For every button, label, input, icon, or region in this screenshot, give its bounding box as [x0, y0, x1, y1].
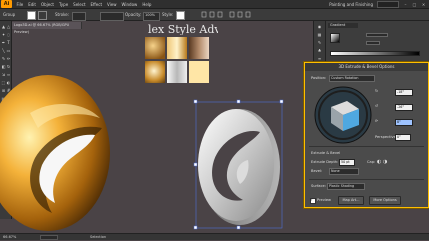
- gradient-panel: Gradient: [325, 21, 429, 66]
- stroke-weight-dropdown[interactable]: [72, 12, 86, 21]
- fill-swatch[interactable]: [27, 11, 36, 20]
- silver-3d-logo[interactable]: [188, 92, 288, 232]
- perspective-label: Perspective:: [375, 135, 398, 139]
- gradient-type-dropdown[interactable]: [366, 33, 388, 37]
- status-bar: 66.67% Selection: [0, 233, 429, 240]
- map-art-button[interactable]: Map Art...: [338, 196, 364, 205]
- maximize-icon[interactable]: □: [412, 2, 417, 7]
- menu-help[interactable]: Help: [140, 2, 154, 7]
- gold-3d-logo[interactable]: [0, 73, 125, 233]
- direct-selection-tool-icon[interactable]: △: [6, 24, 11, 29]
- align-icon[interactable]: [200, 11, 260, 18]
- artboard-navigator[interactable]: [40, 235, 58, 240]
- lasso-tool-icon[interactable]: ◌: [6, 32, 11, 37]
- selection-type-label: Group: [3, 12, 16, 17]
- position-dropdown[interactable]: Custom Rotation: [329, 75, 375, 82]
- section-divider: [309, 146, 424, 147]
- app-logo: Ai: [1, 0, 12, 8]
- checkmark-icon: ✓: [310, 197, 314, 202]
- gradient-swatch-gold-linear[interactable]: [167, 37, 187, 59]
- cap-on-icon[interactable]: ◐: [377, 159, 381, 165]
- section-divider-2: [309, 179, 424, 180]
- dock-icon-column: ◉ ▦ ✎ ♣ ≡: [313, 21, 325, 66]
- menu-object[interactable]: Object: [38, 2, 56, 7]
- style-swatch[interactable]: [176, 11, 185, 20]
- type-tool-icon[interactable]: T: [6, 40, 11, 45]
- menu-type[interactable]: Type: [56, 2, 70, 7]
- y-rotation-icon: ↺: [375, 104, 379, 108]
- cap-off-icon[interactable]: ◑: [383, 159, 387, 165]
- cap-label: Cap:: [367, 160, 376, 164]
- more-options-button[interactable]: More Options: [369, 196, 401, 205]
- symbols-panel-icon[interactable]: ♣: [317, 48, 322, 53]
- swatches-panel-icon[interactable]: ▦: [317, 32, 322, 37]
- surface-dropdown[interactable]: Plastic Shading: [327, 183, 365, 190]
- stroke-swatch[interactable]: [38, 11, 47, 20]
- gradient-swatch-bronze[interactable]: [189, 37, 209, 59]
- menu-effect[interactable]: Effect: [88, 2, 105, 7]
- search-input[interactable]: [377, 0, 399, 8]
- menu-window[interactable]: Window: [119, 2, 140, 7]
- gradient-swatch-silver[interactable]: [167, 61, 187, 83]
- gradient-swatch-orange-glow[interactable]: [145, 61, 165, 83]
- menu-right-area: Painting and Finishing – □ ✕: [329, 0, 429, 8]
- dialog-title: 3D Extrude & Bevel Options: [305, 63, 428, 71]
- opacity-input[interactable]: 100%: [143, 12, 160, 21]
- menu-select[interactable]: Select: [71, 2, 88, 7]
- layers-panel-icon[interactable]: ≡: [317, 56, 322, 61]
- rotation-cube-preview[interactable]: [313, 85, 373, 145]
- gradient-panel-tab[interactable]: Gradient: [328, 23, 358, 28]
- menu-view[interactable]: View: [105, 2, 120, 7]
- gradient-swatch-cream[interactable]: [189, 61, 209, 83]
- extrude-section-label: Extrude & Bevel: [311, 151, 341, 155]
- y-rotation-input[interactable]: -26°: [395, 104, 413, 111]
- bevel-label: Bevel:: [311, 169, 323, 173]
- gradient-preview-swatch[interactable]: [330, 33, 340, 43]
- gradient-slider-bar[interactable]: [330, 51, 420, 56]
- surface-label: Surface:: [311, 184, 326, 188]
- minimize-icon[interactable]: –: [403, 2, 408, 7]
- x-rotation-input[interactable]: -18°: [395, 89, 413, 96]
- extrude-depth-label: Extrude Depth:: [311, 160, 339, 164]
- status-scrollbar[interactable]: [120, 234, 180, 240]
- preview-label: Preview: [317, 198, 331, 202]
- stroke-label: Stroke:: [55, 12, 70, 17]
- document-tab[interactable]: Logo3D.ai @ 66.67% (RGB/GPU Preview): [12, 22, 82, 34]
- control-bar: Group Stroke: Opacity: 100% Style:: [0, 9, 429, 21]
- color-panel-icon[interactable]: ◉: [317, 24, 322, 29]
- z-rotation-icon: ⟳: [375, 119, 379, 123]
- extrude-bevel-dialog: 3D Extrude & Bevel Options Position: Cus…: [304, 62, 429, 208]
- rectangle-tool-icon[interactable]: ▭: [6, 48, 11, 53]
- z-rotation-input[interactable]: 8°: [395, 119, 413, 126]
- position-label: Position:: [311, 76, 327, 80]
- brushes-panel-icon[interactable]: ✎: [317, 40, 322, 45]
- menu-bar: Ai File Edit Object Type Select Effect V…: [0, 0, 429, 9]
- artboard-title-text: lex Style Adventur: [148, 23, 218, 35]
- rotate-tool-icon[interactable]: ↻: [6, 64, 11, 69]
- brush-dropdown[interactable]: [100, 12, 124, 21]
- x-rotation-icon: ↻: [375, 89, 379, 93]
- menu-file[interactable]: File: [14, 2, 26, 7]
- close-icon[interactable]: ✕: [421, 2, 426, 7]
- extrude-depth-input[interactable]: 50 pt: [339, 159, 355, 166]
- style-label: Style:: [162, 12, 174, 17]
- perspective-input[interactable]: 0°: [395, 134, 411, 141]
- pencil-tool-icon[interactable]: ✏: [6, 56, 11, 61]
- bevel-dropdown[interactable]: None: [329, 168, 359, 175]
- opacity-label: Opacity:: [125, 12, 142, 17]
- gradient-swatch-gold-radial[interactable]: [145, 37, 165, 59]
- workspace-switcher[interactable]: Painting and Finishing: [329, 2, 373, 7]
- menu-edit[interactable]: Edit: [26, 2, 39, 7]
- gradient-angle-input[interactable]: [366, 41, 380, 45]
- align-icons[interactable]: [200, 11, 260, 18]
